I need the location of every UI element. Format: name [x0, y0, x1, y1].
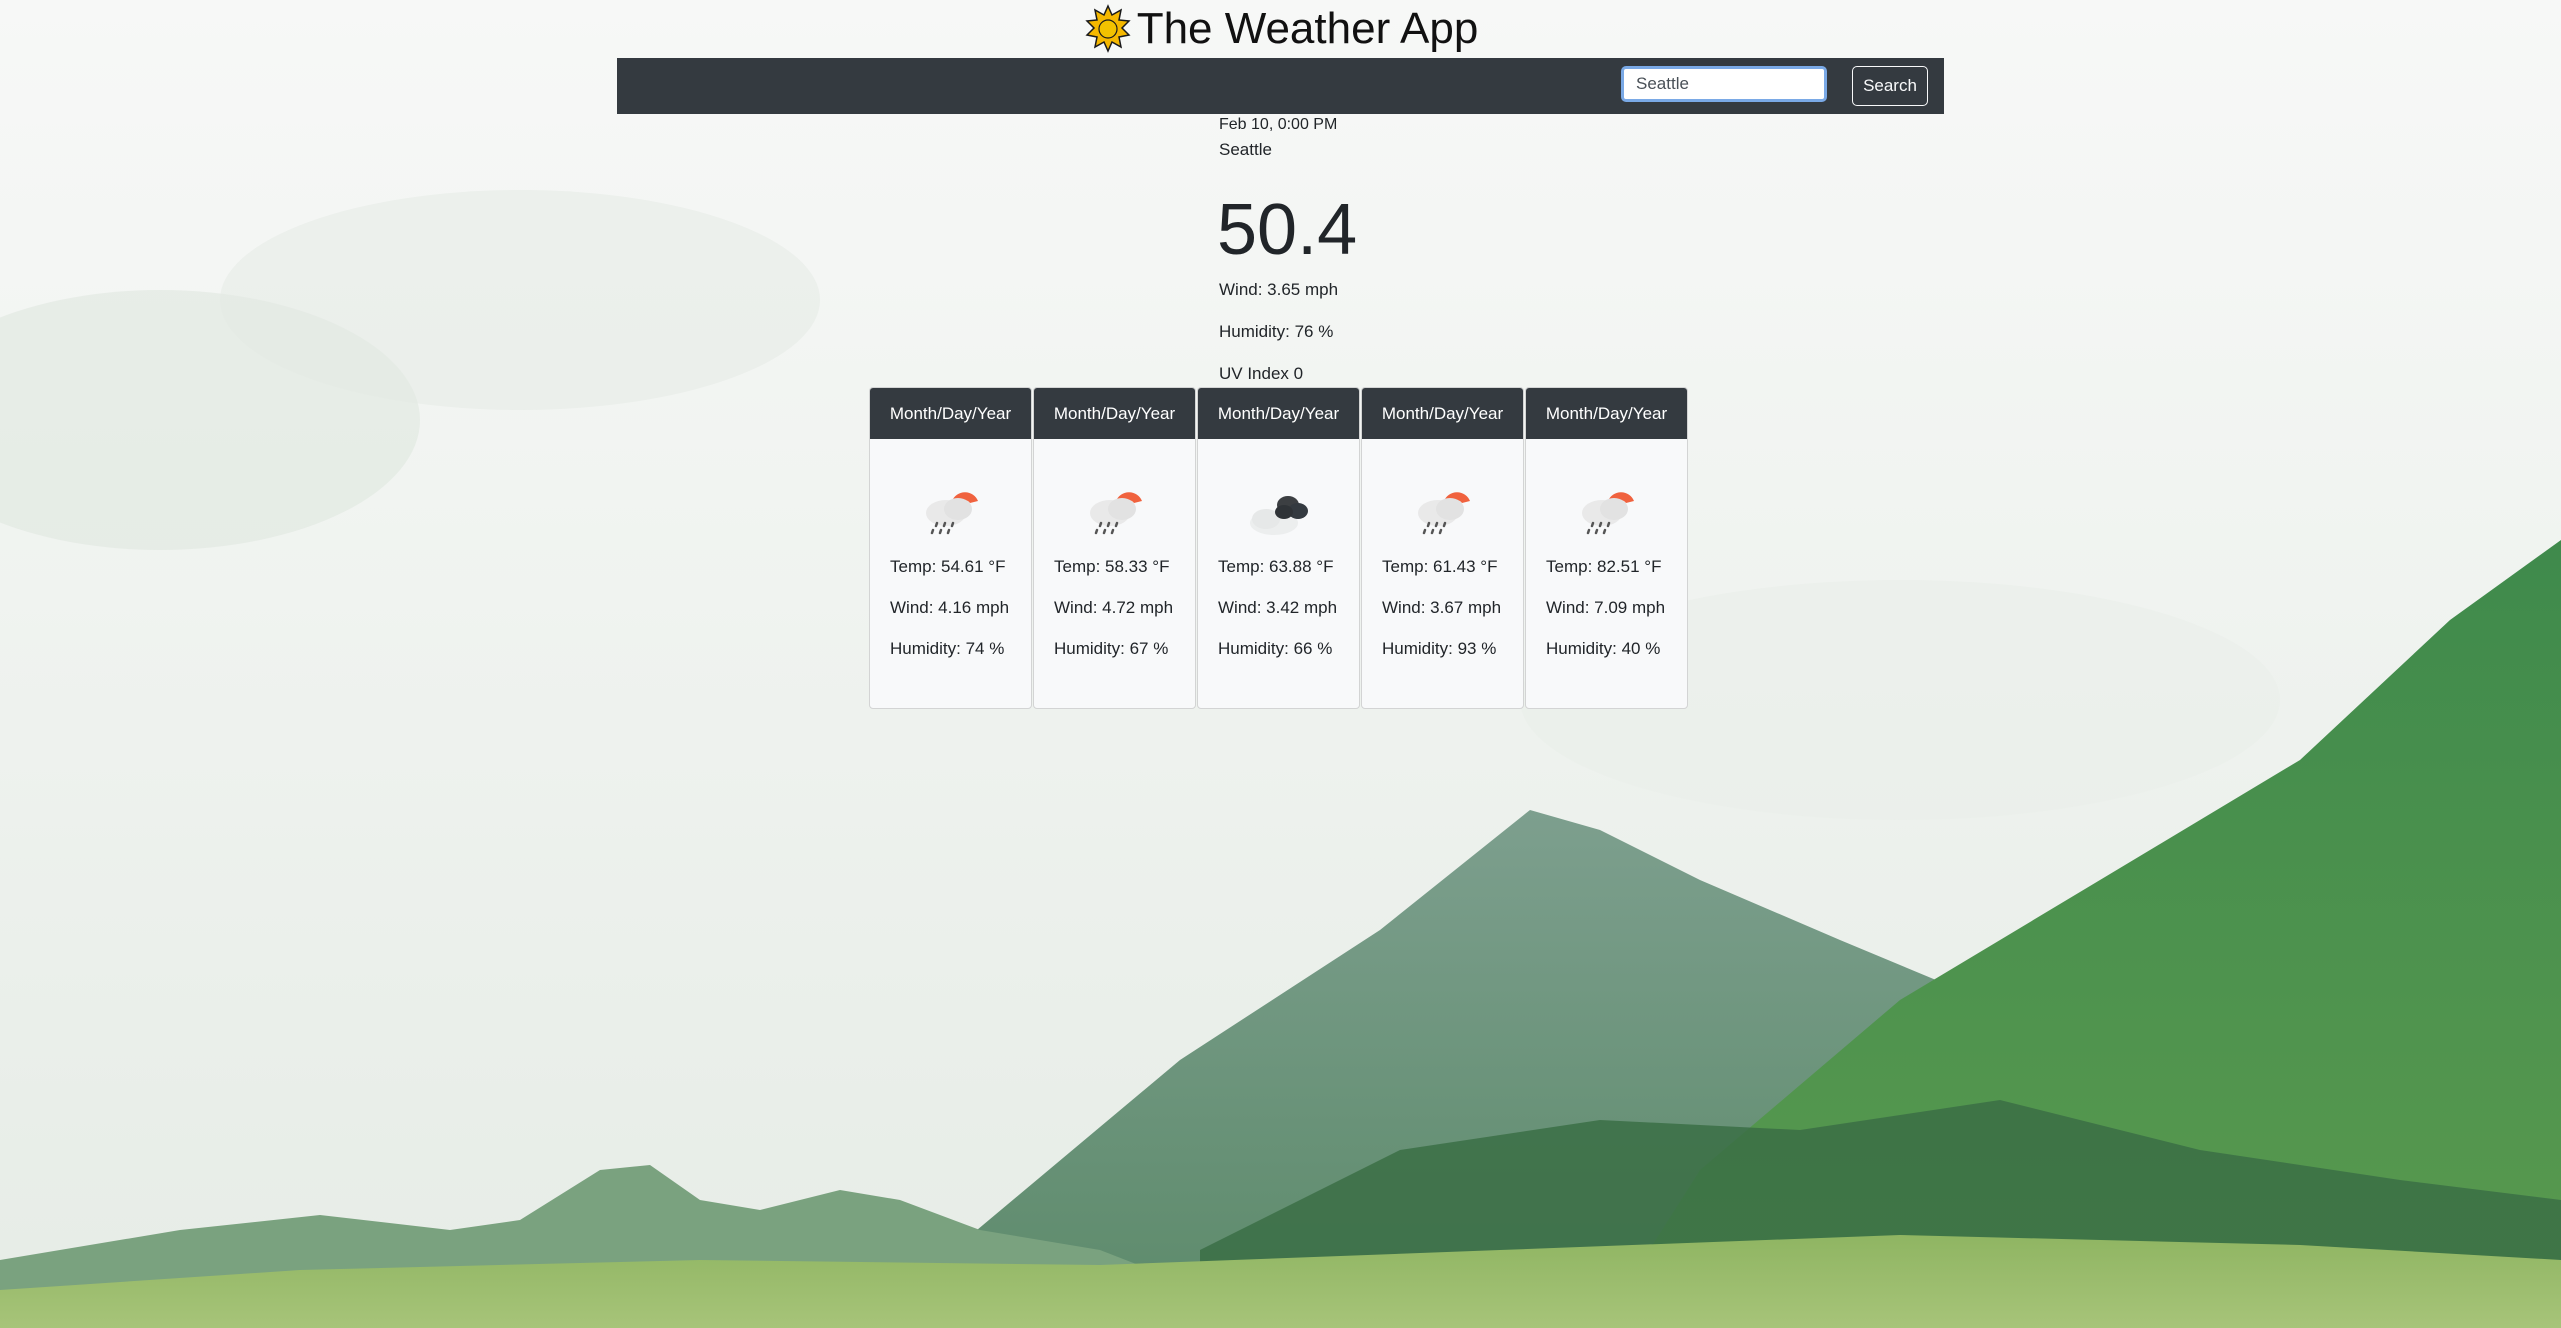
current-uv-index: UV Index 0 — [1219, 364, 1304, 383]
forecast-wind: Wind: 4.16 mph — [890, 598, 1010, 617]
forecast-card: Month/Day/Year Temp: 63.88 °F Wind: 3.42… — [1197, 387, 1360, 709]
sun-icon — [1085, 4, 1131, 53]
current-date: Feb 10, 0:00 PM — [1219, 116, 1338, 133]
forecast-card: Month/Day/Year Temp: 61.43 °F Wind: 3.67… — [1361, 387, 1524, 709]
forecast-humidity: Humidity: 66 % — [1218, 639, 1333, 658]
forecast-card: Month/Day/Year Temp: 54.61 °F Wind: 4.16… — [869, 387, 1032, 709]
forecast-date: Month/Day/Year — [870, 388, 1031, 439]
forecast-wind: Wind: 7.09 mph — [1546, 598, 1666, 617]
app-header: The Weather App — [0, 0, 2561, 58]
dark-clouds-icon — [1250, 496, 1308, 535]
app-title: The Weather App — [1136, 4, 1479, 53]
forecast-temp: Temp: 82.51 °F — [1546, 557, 1662, 576]
forecast-row: Month/Day/Year Temp: 54.61 °F Wind: 4.16… — [869, 387, 1689, 709]
rain-cloud-sun-icon — [1418, 492, 1470, 535]
app-root: The Weather App Search Feb 10, 0:00 PM S… — [0, 0, 2561, 1328]
forecast-date: Month/Day/Year — [1526, 388, 1687, 439]
forecast-date: Month/Day/Year — [1034, 388, 1195, 439]
forecast-humidity: Humidity: 74 % — [890, 639, 1005, 658]
current-city: Seattle — [1219, 140, 1272, 159]
forecast-card: Month/Day/Year Temp: 82.51 °F Wind: 7.09… — [1525, 387, 1688, 709]
forecast-wind: Wind: 3.42 mph — [1218, 598, 1338, 617]
rain-cloud-sun-icon — [1090, 492, 1142, 535]
search-button[interactable]: Search — [1852, 66, 1928, 106]
forecast-temp: Temp: 54.61 °F — [890, 557, 1006, 576]
forecast-date: Month/Day/Year — [1362, 388, 1523, 439]
rain-cloud-sun-icon — [1582, 492, 1634, 535]
forecast-wind: Wind: 4.72 mph — [1054, 598, 1174, 617]
forecast-temp: Temp: 58.33 °F — [1054, 557, 1170, 576]
navbar: Search — [617, 58, 1944, 114]
current-wind: Wind: 3.65 mph — [1219, 280, 1339, 299]
current-humidity: Humidity: 76 % — [1219, 322, 1334, 341]
forecast-card: Month/Day/Year Temp: 58.33 °F Wind: 4.72… — [1033, 387, 1196, 709]
rain-cloud-sun-icon — [926, 492, 978, 535]
city-search-input[interactable] — [1621, 66, 1827, 102]
forecast-humidity: Humidity: 40 % — [1546, 639, 1661, 658]
forecast-date: Month/Day/Year — [1198, 388, 1359, 439]
forecast-humidity: Humidity: 67 % — [1054, 639, 1169, 658]
forecast-humidity: Humidity: 93 % — [1382, 639, 1497, 658]
current-temp: 50.4 — [1217, 190, 1358, 270]
forecast-temp: Temp: 63.88 °F — [1218, 557, 1334, 576]
forecast-wind: Wind: 3.67 mph — [1382, 598, 1502, 617]
forecast-temp: Temp: 61.43 °F — [1382, 557, 1498, 576]
